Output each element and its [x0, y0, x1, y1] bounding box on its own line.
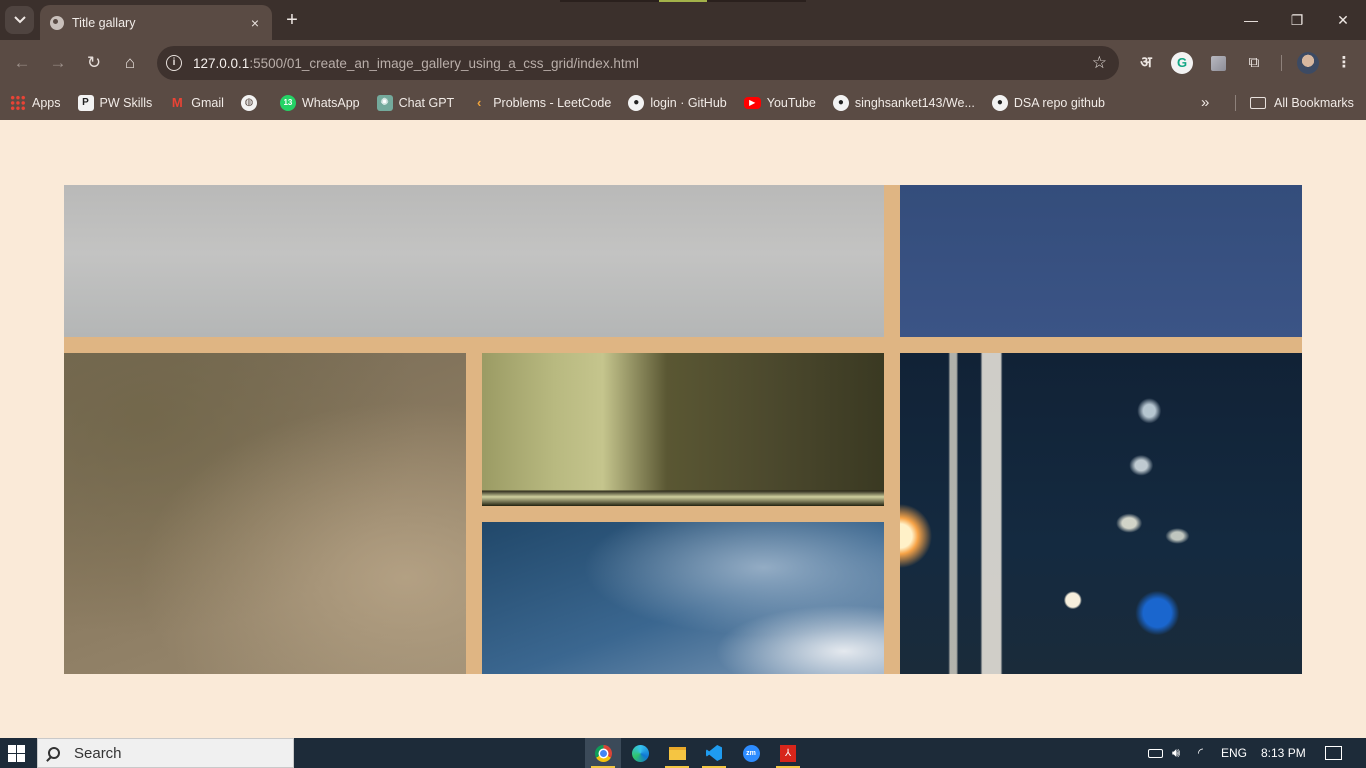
volume-icon[interactable]: 🔊︎ [1172, 738, 1180, 768]
bookmark-dsa-repo[interactable]: ● DSA repo github [986, 91, 1111, 115]
reload-button[interactable]: ↻ [82, 51, 106, 75]
bookmark-label: PW Skills [99, 96, 153, 110]
bookmark-singhsanket[interactable]: ● singhsanket143/We... [827, 91, 981, 115]
toolbar-separator [1281, 55, 1282, 71]
profile-avatar[interactable] [1297, 52, 1319, 74]
search-icon [48, 747, 60, 759]
tab-title: Title gallary [72, 15, 136, 30]
gmail-icon: M [171, 95, 183, 110]
github-icon: ● [832, 95, 849, 111]
new-tab-button[interactable]: + [281, 9, 303, 31]
globe-icon: ◍ [240, 95, 257, 111]
extension-icon[interactable] [1211, 56, 1226, 71]
acrobat-icon: ⅄ [780, 744, 796, 762]
bookmark-gmail[interactable]: M Gmail [163, 91, 230, 115]
forward-button[interactable]: → [46, 51, 70, 75]
bookmark-label: WhatsApp [301, 96, 360, 110]
wifi-icon[interactable]: ◜ [1198, 738, 1203, 768]
taskbar-vscode[interactable] [696, 738, 732, 768]
bookmarks-separator [1235, 95, 1236, 111]
globe-icon [50, 15, 64, 30]
browser-tab-strip: Title gallary × + — ❐ ✕ [0, 0, 1366, 40]
notifications-icon[interactable] [1325, 746, 1342, 760]
bookmark-label: Chat GPT [398, 96, 455, 110]
taskbar-edge[interactable] [622, 738, 658, 768]
bookmark-pw-skills[interactable]: P PW Skills [72, 91, 159, 115]
bookmark-label: DSA repo github [1013, 96, 1105, 110]
home-button[interactable]: ⌂ [118, 51, 142, 75]
github-icon: ● [991, 95, 1008, 111]
bookmark-youtube[interactable]: ▶ YouTube [738, 91, 822, 115]
bookmark-github-login[interactable]: ● login · GitHub [622, 91, 732, 115]
image-gallery-grid [64, 185, 1302, 674]
bookmark-label: Problems - LeetCode [493, 96, 612, 110]
gallery-image-city-lights [900, 353, 1302, 674]
grammarly-icon[interactable]: G [1171, 52, 1193, 74]
all-bookmarks-label: All Bookmarks [1274, 96, 1354, 110]
folder-icon [1250, 97, 1266, 109]
tab-title-gallary[interactable]: Title gallary × [40, 5, 272, 40]
site-info-icon[interactable]: i [166, 55, 182, 71]
all-bookmarks-button[interactable]: All Bookmarks [1250, 91, 1354, 115]
bookmark-apps[interactable]: Apps [4, 91, 67, 115]
bookmark-label: Apps [32, 96, 61, 110]
youtube-icon: ▶ [743, 97, 761, 109]
bookmark-star-icon[interactable]: ☆ [1092, 53, 1107, 73]
taskbar-chrome[interactable] [585, 738, 621, 768]
window-top-strip-accent [659, 0, 707, 2]
bookmark-globe[interactable]: ◍ [235, 91, 269, 115]
taskbar-file-explorer[interactable] [659, 738, 695, 768]
bookmark-chatgpt[interactable]: ✺ Chat GPT [371, 91, 461, 115]
pw-skills-icon: P [77, 95, 94, 111]
language-indicator[interactable]: ENG [1221, 738, 1247, 768]
taskbar-acrobat[interactable]: ⅄ [770, 738, 806, 768]
battery-icon[interactable] [1148, 749, 1163, 758]
chatgpt-icon: ✺ [376, 95, 393, 111]
chrome-icon [594, 744, 612, 762]
address-bar[interactable]: i 127.0.0.1:5500/01_create_an_image_gall… [157, 46, 1119, 80]
extensions-puzzle-icon[interactable]: ⧉ [1243, 52, 1265, 74]
tab-search-button[interactable] [5, 6, 34, 34]
gallery-image-olive-wall [482, 353, 884, 506]
window-close-button[interactable]: ✕ [1329, 8, 1357, 32]
url-host: 127.0.0.1 [193, 55, 250, 71]
clock[interactable]: 8:13 PM [1261, 738, 1306, 768]
translate-icon[interactable]: अ [1135, 52, 1157, 74]
bookmarks-bar: Apps P PW Skills M Gmail ◍ 13 WhatsApp ✺… [0, 86, 1366, 120]
taskbar-zoom[interactable]: zm [733, 738, 769, 768]
bookmark-whatsapp[interactable]: 13 WhatsApp [274, 91, 366, 115]
file-explorer-icon [668, 746, 686, 760]
bookmark-label: YouTube [766, 96, 816, 110]
gallery-image-blue-sky [900, 185, 1302, 337]
restore-button[interactable]: ❐ [1283, 8, 1311, 32]
taskbar-search-box[interactable]: Search [37, 738, 294, 768]
browser-toolbar: ← → ↻ ⌂ i 127.0.0.1:5500/01_create_an_im… [0, 40, 1366, 86]
whatsapp-icon: 13 [279, 95, 296, 111]
bookmark-leetcode[interactable]: ‹ Problems - LeetCode [465, 91, 617, 115]
page-viewport [0, 120, 1366, 738]
url-path: :5500/01_create_an_image_gallery_using_a… [249, 55, 639, 71]
back-button[interactable]: ← [10, 51, 34, 75]
edge-icon [631, 744, 649, 762]
bookmark-label: singhsanket143/We... [854, 96, 975, 110]
vscode-icon [706, 745, 722, 761]
bookmarks-overflow-button[interactable]: » [1201, 86, 1209, 120]
windows-start-icon[interactable] [8, 745, 25, 762]
gallery-image-clouds-grey [64, 185, 884, 337]
zoom-icon: zm [742, 744, 760, 762]
gallery-image-sky-clouds [482, 522, 884, 674]
menu-icon[interactable]: ⋮ [1333, 52, 1355, 74]
windows-taskbar: Search zm ⅄ 🔊︎ ◜ ENG 8:13 PM [0, 738, 1366, 768]
github-icon: ● [628, 95, 645, 111]
taskbar-search-label: Search [74, 744, 122, 762]
bookmark-label: login · GitHub [650, 96, 727, 110]
minimize-button[interactable]: — [1237, 8, 1265, 32]
bookmark-label: Gmail [191, 96, 224, 110]
apps-icon [10, 95, 26, 111]
chevron-down-icon [13, 16, 26, 24]
leetcode-icon: ‹ [477, 95, 482, 110]
gallery-image-brown-texture [64, 353, 466, 674]
close-icon[interactable]: × [246, 14, 264, 32]
